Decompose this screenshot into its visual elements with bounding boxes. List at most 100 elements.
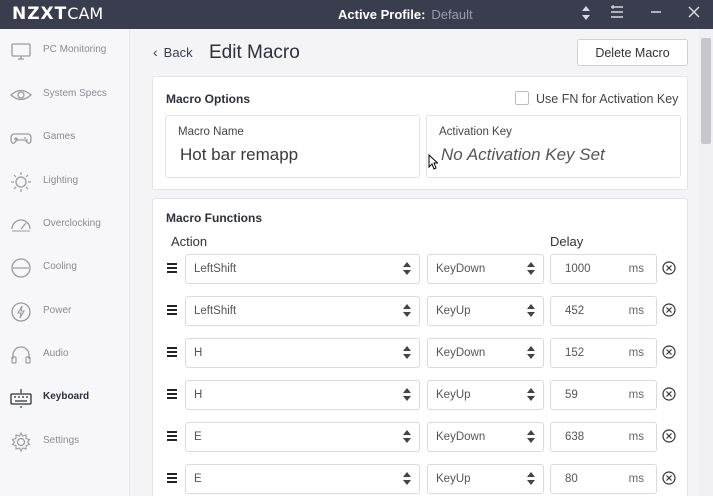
key-select[interactable]: E — [185, 464, 420, 494]
delay-value: 152 — [565, 347, 585, 359]
macro-row: E KeyDown 638 ms — [153, 422, 688, 452]
event-select-value: KeyDown — [436, 347, 486, 359]
delay-input[interactable]: 59 ms — [550, 380, 657, 410]
remove-row-icon[interactable] — [662, 345, 676, 359]
back-button[interactable]: ‹ Back — [153, 44, 193, 60]
macro-functions-card: Macro Functions Action Delay LeftShift K… — [152, 198, 688, 496]
key-select[interactable]: LeftShift — [185, 254, 420, 284]
key-select[interactable]: E — [185, 422, 420, 452]
sidebar-item-label: Games — [43, 131, 76, 142]
gamepad-icon — [10, 127, 32, 149]
sidebar-item-label: Overclocking — [43, 218, 101, 229]
sidebar-item-label: PC Monitoring — [43, 44, 107, 55]
delay-unit: ms — [628, 347, 644, 359]
delete-macro-button[interactable]: Delete Macro — [577, 39, 688, 66]
use-fn-checkbox[interactable]: Use FN for Activation Key — [515, 91, 678, 106]
drag-handle-icon[interactable] — [167, 389, 177, 399]
delay-input[interactable]: 80 ms — [550, 464, 657, 494]
macro-row: LeftShift KeyDown 1000 ms — [153, 254, 688, 284]
sidebar-item-label: System Specs — [43, 88, 107, 99]
key-select-value: E — [194, 473, 202, 485]
activation-key-field[interactable]: Activation Key No Activation Key Set — [426, 115, 681, 178]
macro-name-input[interactable]: Hot bar remapp — [180, 145, 298, 165]
event-select[interactable]: KeyDown — [427, 422, 544, 452]
sidebar-item-settings[interactable]: Settings — [0, 424, 130, 460]
event-select-value: KeyUp — [436, 389, 471, 401]
select-arrows-icon — [403, 304, 411, 318]
menu-icon[interactable] — [609, 5, 625, 23]
key-select[interactable]: LeftShift — [185, 296, 420, 326]
sidebar-item-lighting[interactable]: Lighting — [0, 164, 130, 200]
remove-row-icon[interactable] — [662, 429, 676, 443]
delay-input[interactable]: 638 ms — [550, 422, 657, 452]
remove-row-icon[interactable] — [662, 387, 676, 401]
select-arrows-icon — [403, 472, 411, 486]
delay-unit: ms — [628, 263, 644, 275]
drag-handle-icon[interactable] — [167, 473, 177, 483]
drag-handle-icon[interactable] — [167, 347, 177, 357]
key-select[interactable]: H — [185, 380, 420, 410]
action-column-header: Action — [171, 234, 208, 249]
brand-name: NZXT — [12, 4, 68, 24]
remove-row-icon[interactable] — [662, 261, 676, 275]
event-select[interactable]: KeyUp — [427, 380, 544, 410]
remove-row-icon[interactable] — [662, 471, 676, 485]
macro-row: H KeyDown 152 ms — [153, 338, 688, 368]
event-select[interactable]: KeyDown — [427, 254, 544, 284]
key-select-value: H — [194, 389, 203, 401]
key-select[interactable]: H — [185, 338, 420, 368]
main-content: ‹ Back Edit Macro Delete Macro Macro Opti… — [131, 29, 699, 496]
activation-key-label: Activation Key — [439, 126, 512, 138]
sidebar-item-power[interactable]: Power — [0, 294, 130, 330]
sidebar: PC Monitoring System Specs Games Lightin… — [0, 29, 130, 496]
sidebar-item-label: Keyboard — [43, 391, 90, 402]
chevron-left-icon: ‹ — [153, 44, 158, 60]
scrollbar-thumb[interactable] — [701, 38, 711, 144]
drag-handle-icon[interactable] — [167, 305, 177, 315]
active-profile-label: Active Profile: — [338, 7, 426, 22]
remove-row-icon[interactable] — [662, 303, 676, 317]
delay-input[interactable]: 1000 ms — [550, 254, 657, 284]
delay-value: 638 — [565, 431, 585, 443]
sidebar-item-overclocking[interactable]: Overclocking — [0, 207, 130, 243]
profile-switch-icon[interactable] — [578, 5, 594, 23]
delay-input[interactable]: 152 ms — [550, 338, 657, 368]
macro-row: LeftShift KeyUp 452 ms — [153, 296, 688, 326]
select-arrows-icon — [403, 346, 411, 360]
sidebar-item-cooling[interactable]: Cooling — [0, 250, 130, 286]
sidebar-item-system-specs[interactable]: System Specs — [0, 77, 130, 113]
macro-row: E KeyUp 80 ms — [153, 464, 688, 494]
sidebar-item-label: Lighting — [43, 175, 79, 186]
key-select-value: E — [194, 431, 202, 443]
delay-input[interactable]: 452 ms — [550, 296, 657, 326]
select-arrows-icon — [527, 430, 535, 444]
delay-unit: ms — [628, 473, 644, 485]
minimize-icon[interactable] — [648, 5, 664, 23]
use-fn-label: Use FN for Activation Key — [536, 92, 679, 106]
event-select-value: KeyUp — [436, 473, 471, 485]
drag-handle-icon[interactable] — [167, 263, 177, 273]
close-icon[interactable] — [686, 5, 702, 23]
sidebar-item-audio[interactable]: Audio — [0, 337, 130, 373]
sidebar-item-keyboard[interactable]: Keyboard — [0, 380, 130, 416]
event-select[interactable]: KeyUp — [427, 296, 544, 326]
sidebar-item-pc-monitoring[interactable]: PC Monitoring — [0, 33, 130, 69]
mouse-cursor-icon — [428, 153, 439, 170]
activation-key-value[interactable]: No Activation Key Set — [441, 145, 605, 165]
sidebar-item-label: Audio — [43, 348, 69, 359]
checkbox-box[interactable] — [515, 91, 529, 105]
delay-column-header: Delay — [550, 234, 584, 249]
sidebar-item-games[interactable]: Games — [0, 120, 130, 156]
active-profile[interactable]: Active Profile: Default — [338, 7, 473, 22]
event-select[interactable]: KeyDown — [427, 338, 544, 368]
select-arrows-icon — [527, 346, 535, 360]
event-select[interactable]: KeyUp — [427, 464, 544, 494]
key-select-value: LeftShift — [194, 305, 237, 317]
drag-handle-icon[interactable] — [167, 431, 177, 441]
select-arrows-icon — [403, 388, 411, 402]
sidebar-item-label: Power — [43, 305, 72, 316]
macro-functions-title: Macro Functions — [166, 211, 263, 225]
macro-name-field[interactable]: Macro Name Hot bar remapp — [165, 115, 420, 178]
delay-value: 452 — [565, 305, 585, 317]
sun-icon — [10, 171, 32, 193]
